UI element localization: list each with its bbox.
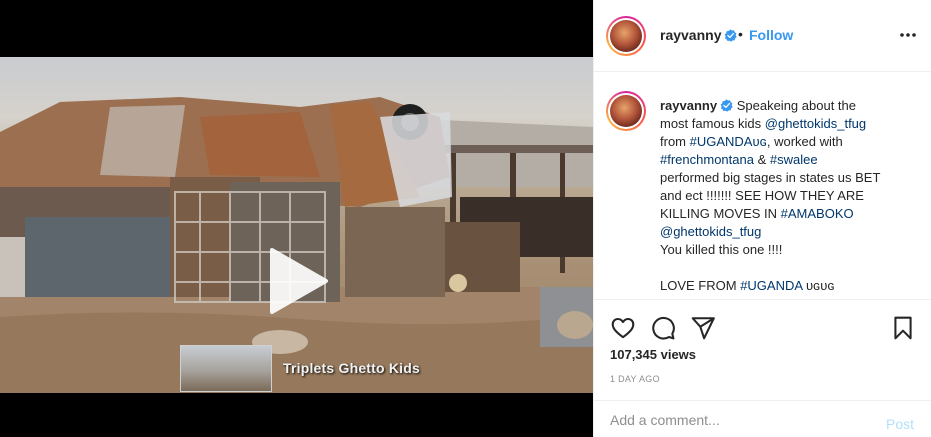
caption-hashtag-link[interactable]: #UGANDA [690, 134, 753, 149]
caption-text-segment: Speakeing about the [736, 98, 856, 113]
header-username-link[interactable]: rayvanny [660, 27, 738, 43]
caption-line: #frenchmontana & #swalee [660, 152, 818, 167]
caption-text-segment: You killed this one !!!! [660, 242, 783, 257]
caption-hashtag-link[interactable]: #frenchmontana [660, 152, 754, 167]
header-separator: • [738, 26, 743, 42]
video-panel: Triplets Ghetto Kids [0, 0, 593, 437]
caption-line: from #UGANDAᴜɢ, worked with [660, 134, 843, 149]
video-still-image [0, 97, 593, 393]
caption-text: rayvanny Speakeing about the most famous … [660, 97, 912, 295]
verified-badge-icon [725, 29, 738, 42]
caption-hashtag-link[interactable]: ᴜɢ [752, 134, 766, 149]
verified-badge-icon [720, 99, 733, 112]
caption-text-segment: performed big stages in states us BET [660, 170, 881, 185]
caption-area: rayvanny Speakeing about the most famous … [594, 73, 931, 300]
video-watermark-thumbnail [180, 345, 272, 392]
share-icon[interactable] [690, 315, 716, 341]
post-comment-button[interactable]: Post [886, 416, 914, 432]
video-frame[interactable] [0, 57, 593, 393]
caption-hashtag-link[interactable]: #AMABOKO [781, 206, 854, 221]
comment-bar: Post [594, 400, 931, 437]
caption-text-segment: and ect !!!!!!! SEE HOW THEY ARE [660, 188, 864, 203]
caption-hashtag-link[interactable]: #swalee [770, 152, 818, 167]
caption-text-segment: from [660, 134, 690, 149]
caption-text-segment: LOVE FROM [660, 278, 741, 293]
comment-input[interactable] [610, 409, 860, 431]
caption-text-segment: ᴜɢᴜɢ [802, 278, 835, 293]
caption-line: KILLING MOVES IN #AMABOKO [660, 206, 854, 221]
caption-line: LOVE FROM #UGANDA ᴜɢᴜɢ [660, 278, 835, 293]
post-details-pane: rayvanny • Follow rayvanny Speakeing abo… [593, 0, 931, 437]
bookmark-icon[interactable] [890, 315, 916, 341]
caption-line: performed big stages in states us BET [660, 170, 880, 185]
caption-line: You killed this one !!!! [660, 242, 782, 257]
caption-avatar[interactable] [606, 91, 646, 131]
more-options-icon[interactable] [900, 33, 916, 37]
caption-text-segment: most famous kids [660, 116, 765, 131]
video-watermark-caption: Triplets Ghetto Kids [283, 360, 421, 376]
play-icon[interactable] [262, 246, 332, 316]
comment-icon[interactable] [650, 315, 676, 341]
caption-line: most famous kids @ghettokids_tfug [660, 116, 866, 131]
follow-button[interactable]: Follow [749, 27, 793, 43]
heart-icon[interactable] [610, 315, 636, 341]
post-header: rayvanny • Follow [594, 0, 931, 72]
caption-line: Speakeing about the [733, 98, 856, 113]
post-timestamp[interactable]: 1 DAY AGO [610, 374, 660, 384]
caption-mention-link[interactable]: @ghettokids_tfug [765, 116, 866, 131]
caption-mention-link[interactable]: @ghettokids_tfug [660, 224, 761, 239]
header-username[interactable]: rayvanny [660, 27, 721, 43]
caption-text-segment: KILLING MOVES IN [660, 206, 781, 221]
caption-text-segment: & [753, 152, 770, 167]
avatar[interactable] [606, 16, 646, 56]
caption-text-segment: , worked with [766, 134, 843, 149]
caption-line: and ect !!!!!!! SEE HOW THEY ARE [660, 188, 864, 203]
action-bar [594, 309, 931, 345]
caption-hashtag-link[interactable]: #UGANDA [740, 278, 802, 293]
caption-username[interactable]: rayvanny [660, 98, 733, 113]
views-count[interactable]: 107,345 views [610, 347, 696, 362]
caption-line: @ghettokids_tfug [660, 224, 761, 239]
